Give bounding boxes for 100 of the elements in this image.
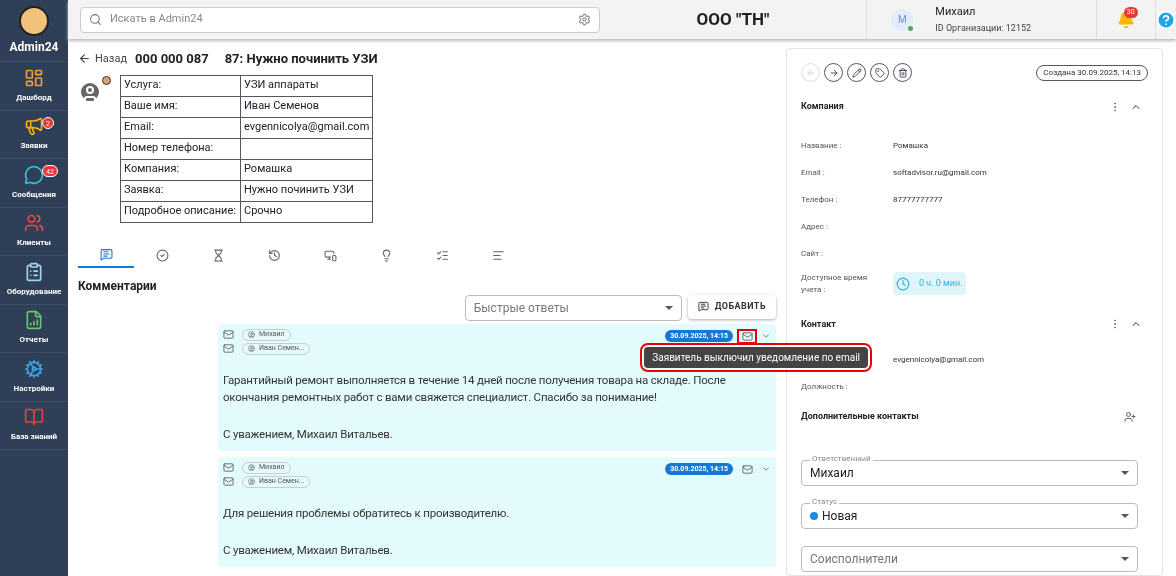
table-cell: Иван Семенов bbox=[240, 96, 373, 117]
small-avatar-icon bbox=[102, 75, 111, 85]
sidebar-label: Дашборд bbox=[16, 91, 52, 104]
table-cell: Подробное описание: bbox=[120, 201, 241, 222]
mail-icon bbox=[223, 343, 234, 354]
field-value: Ромашка bbox=[893, 140, 928, 152]
comment-text: Гарантийный ремонт выполняется в течение 14 дней после получения товара на складе. После окончания ремонтных работ с вами свяжется специалист. Спасибо за понимание! bbox=[223, 371, 727, 406]
field-value: 87777777777 bbox=[893, 194, 943, 206]
field-label: Доступное время учета : bbox=[801, 271, 869, 296]
sidebar-label: Заявки bbox=[20, 140, 48, 153]
comment-text: С уважением, Михаил Витальев. bbox=[223, 425, 394, 443]
tag-icon bbox=[874, 67, 885, 78]
field-label: Сайт : bbox=[801, 248, 824, 260]
app-name: Admin24 bbox=[9, 38, 59, 56]
sidebar-label: Настройки bbox=[13, 382, 55, 395]
table-cell: evgennicolya@gmail.com bbox=[240, 117, 373, 138]
sidebar-label: Отчеты bbox=[19, 334, 49, 347]
field-label: Ответственный bbox=[810, 454, 873, 463]
table-cell: Заявка: bbox=[120, 180, 241, 201]
section-title: Компания bbox=[801, 100, 844, 113]
arrow-left-icon bbox=[805, 67, 816, 78]
comment-icon bbox=[99, 247, 113, 261]
book-icon bbox=[24, 407, 44, 428]
avatar-icon bbox=[19, 5, 49, 36]
check-circle-icon bbox=[155, 248, 169, 262]
select-placeholder: Соисполнители bbox=[810, 550, 898, 568]
select-value: Новая bbox=[822, 507, 858, 525]
section-title: Комментарии bbox=[78, 277, 158, 295]
ticket-number: 000 000 087 bbox=[135, 50, 209, 68]
text-lines-icon bbox=[491, 248, 505, 262]
user-icon bbox=[248, 345, 255, 352]
user-name: Михаил bbox=[935, 3, 977, 20]
select-field[interactable]: Соисполнители bbox=[801, 545, 1138, 572]
dropdown-caret-icon bbox=[1121, 470, 1129, 475]
sidebar-label: Оборудование bbox=[6, 285, 62, 298]
sidebar-item[interactable]: База знаний bbox=[0, 401, 68, 450]
help-icon[interactable] bbox=[1156, 9, 1176, 30]
table-cell: Ромашка bbox=[240, 159, 373, 180]
field-label: Адрес : bbox=[801, 221, 829, 233]
sidebar-item[interactable]: Настройки bbox=[0, 353, 68, 402]
chat-icon bbox=[24, 164, 44, 185]
time-badge: 0 ч. 0 мин. bbox=[893, 272, 966, 295]
table-cell: УЗИ аппараты bbox=[240, 75, 373, 96]
devices-icon bbox=[323, 248, 337, 262]
user-icon bbox=[248, 478, 255, 485]
comment-icon bbox=[697, 301, 709, 312]
search-icon bbox=[89, 13, 102, 26]
ticket-title: 87: Нужно починить УЗИ bbox=[224, 50, 378, 68]
add-button[interactable]: ДОБАВИТЬ bbox=[687, 294, 776, 319]
select-field[interactable]: Быстрые ответы bbox=[464, 294, 682, 321]
select-value: Михаил bbox=[810, 464, 854, 482]
sidebar-label: База знаний bbox=[10, 431, 58, 444]
arrow-left-icon bbox=[78, 52, 91, 66]
table-cell: Нужно починить УЗИ bbox=[240, 180, 373, 201]
comment-text: С уважением, Михаил Витальев. bbox=[223, 541, 394, 559]
search-placeholder: Искать в Admin24 bbox=[110, 11, 203, 28]
trash-icon bbox=[897, 67, 908, 78]
mail-icon bbox=[223, 476, 234, 487]
sidebar-item[interactable]: Отчеты bbox=[0, 304, 68, 353]
users-icon bbox=[24, 213, 44, 234]
gear-icon bbox=[24, 358, 44, 379]
organization-name: ООО "ТН" bbox=[696, 7, 770, 31]
hourglass-icon bbox=[211, 248, 225, 262]
sidebar-item[interactable]: Оборудование bbox=[0, 256, 68, 305]
report-icon bbox=[24, 310, 44, 331]
checklist-icon bbox=[435, 248, 449, 262]
field-value: evgennicolya@gmail.com bbox=[893, 354, 985, 366]
arrow-right-icon bbox=[828, 67, 839, 78]
table-cell: Email: bbox=[120, 117, 241, 138]
search-field[interactable]: Искать в Admin24 bbox=[80, 6, 600, 33]
organization-id: ID Организации: 12152 bbox=[935, 22, 1032, 35]
section-title: Контакт bbox=[801, 317, 836, 331]
dropdown-caret-icon bbox=[1121, 513, 1129, 518]
sidebar-label: Сообщения bbox=[12, 188, 56, 201]
sidebar-item[interactable]: Клиенты bbox=[0, 207, 68, 256]
settings-icon[interactable] bbox=[577, 13, 591, 26]
mail-icon bbox=[223, 462, 234, 473]
table-cell: Услуга: bbox=[120, 75, 241, 96]
field-label: Email : bbox=[801, 167, 826, 179]
table-cell: Номер телефона: bbox=[120, 138, 241, 159]
sidebar-item[interactable]: Дашборд bbox=[0, 62, 68, 111]
mail-icon bbox=[223, 329, 234, 340]
user-icon bbox=[248, 331, 255, 338]
dashboard-icon bbox=[24, 67, 44, 88]
table-cell: Срочно bbox=[240, 201, 373, 222]
back-link[interactable]: Назад bbox=[78, 50, 128, 67]
megaphone-icon bbox=[24, 116, 44, 137]
table-cell: Ваше имя: bbox=[120, 96, 241, 117]
dropdown-caret-icon bbox=[1121, 556, 1129, 561]
field-label: Статус bbox=[810, 497, 840, 506]
pencil-icon bbox=[851, 67, 862, 78]
sidebar-label: Клиенты bbox=[17, 237, 51, 250]
field-label: Название : bbox=[801, 140, 843, 152]
dropdown-caret-icon bbox=[664, 305, 673, 310]
user-icon bbox=[248, 464, 255, 471]
history-icon bbox=[267, 248, 281, 262]
section-title: Дополнительные контакты bbox=[801, 410, 919, 423]
table-cell: Компания: bbox=[120, 159, 241, 180]
comment-text: Для решения проблемы обратитесь к производителю. bbox=[223, 504, 511, 522]
add-contact-icon[interactable] bbox=[1124, 410, 1136, 423]
